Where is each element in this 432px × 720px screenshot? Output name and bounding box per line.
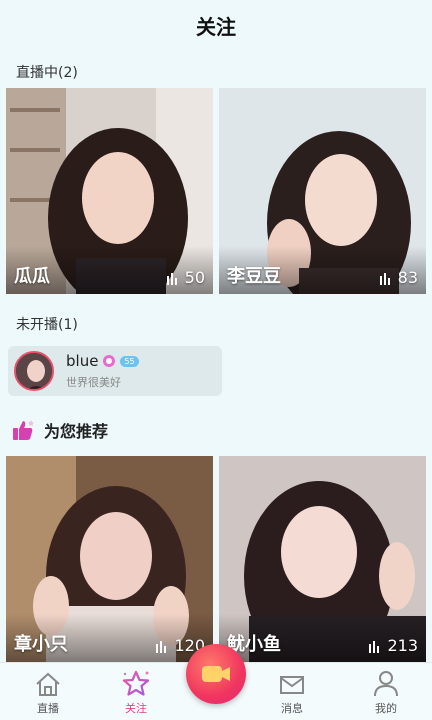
avatar (14, 351, 54, 391)
streamer-name: 章小只 (14, 634, 68, 655)
tab-profile[interactable]: 我的 (356, 663, 416, 720)
user-name: blue (66, 352, 99, 370)
mail-icon (280, 676, 304, 694)
streamer-name: 瓜瓜 (14, 266, 50, 287)
tab-live[interactable]: 直播 (18, 663, 78, 720)
live-card-1[interactable]: 瓜瓜 50 (6, 88, 213, 294)
gender-badge-icon (103, 355, 116, 367)
user-signature: 世界很美好 (66, 376, 121, 389)
audience-bars-icon (379, 272, 390, 285)
live-section-label: 直播中(2) (16, 65, 78, 81)
thumbs-up-icon (13, 420, 34, 440)
recommend-card-2[interactable]: 鱿小鱼 213 (219, 456, 426, 662)
video-camera-icon (202, 666, 230, 682)
start-live-button[interactable] (186, 644, 246, 704)
offline-user-card[interactable]: blue 55 世界很美好 (8, 346, 222, 396)
live-card-2[interactable]: 李豆豆 83 (219, 88, 426, 294)
audience-bars-icon (166, 272, 177, 285)
audience-bars-icon (156, 640, 167, 653)
level-badge: 55 (120, 355, 139, 367)
streamer-name: 李豆豆 (227, 266, 281, 287)
offline-section-label: 未开播(1) (16, 317, 78, 333)
viewer-count: 213 (368, 636, 418, 655)
tab-follow[interactable]: 关注 (106, 663, 166, 720)
recommend-card-1[interactable]: 章小只 120 (6, 456, 213, 662)
top-bar: 关注 (0, 0, 432, 50)
viewer-count: 83 (379, 268, 418, 287)
star-icon (122, 670, 150, 696)
audience-bars-icon (369, 640, 380, 653)
home-icon (36, 672, 60, 696)
recommend-label: 为您推荐 (44, 422, 109, 441)
user-icon (374, 671, 398, 697)
page-title: 关注 (196, 14, 236, 39)
viewer-count: 50 (166, 268, 205, 287)
tab-messages[interactable]: 消息 (262, 663, 322, 720)
recommend-header: 为您推荐 (12, 418, 108, 442)
